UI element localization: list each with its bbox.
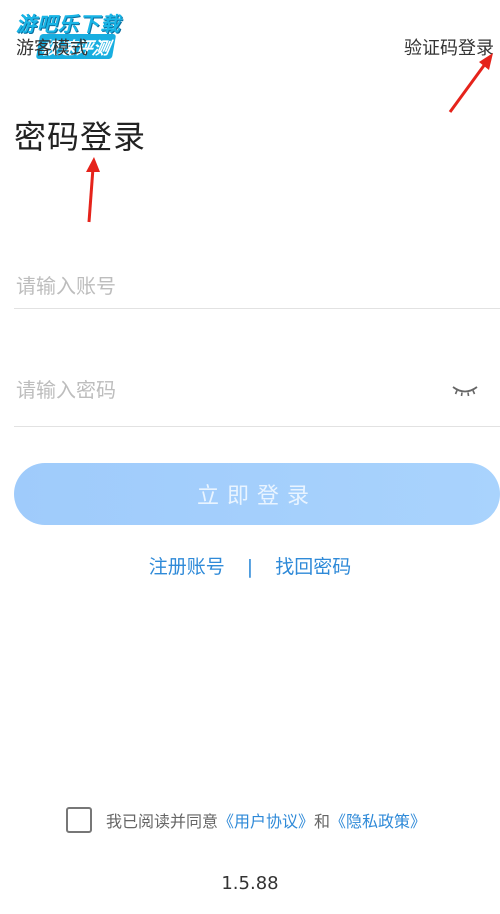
app-version: 1.5.88	[221, 873, 279, 894]
agreement-row: 我已阅读并同意 《用户协议》 和 《隐私政策》	[66, 807, 426, 833]
links-separator: |	[246, 556, 254, 578]
guest-mode-link[interactable]: 游客模式	[16, 34, 88, 60]
page-title: 密码登录	[14, 118, 147, 156]
sms-login-link[interactable]: 验证码登录	[404, 34, 494, 60]
agreement-checkbox[interactable]	[66, 807, 92, 833]
account-input[interactable]	[14, 268, 438, 304]
login-button[interactable]: 立即登录	[14, 463, 500, 525]
arrow-to-title-icon	[86, 157, 100, 223]
agreement-and: 和	[314, 812, 331, 831]
arrow-to-sms-login-icon	[448, 53, 493, 113]
user-agreement-link[interactable]: 《用户协议》	[218, 808, 314, 832]
privacy-policy-link[interactable]: 《隐私政策》	[330, 808, 426, 832]
account-links: 注册账号 | 找回密码	[0, 552, 500, 579]
register-link[interactable]: 注册账号	[149, 556, 225, 578]
password-field-row	[14, 372, 500, 427]
password-input[interactable]	[14, 372, 438, 408]
eye-closed-icon[interactable]	[450, 378, 480, 402]
account-field-row	[14, 268, 500, 309]
agreement-prefix: 我已阅读并同意	[106, 812, 219, 831]
recover-password-link[interactable]: 找回密码	[275, 556, 351, 578]
watermark-line1: 游吧乐下载	[16, 12, 121, 36]
